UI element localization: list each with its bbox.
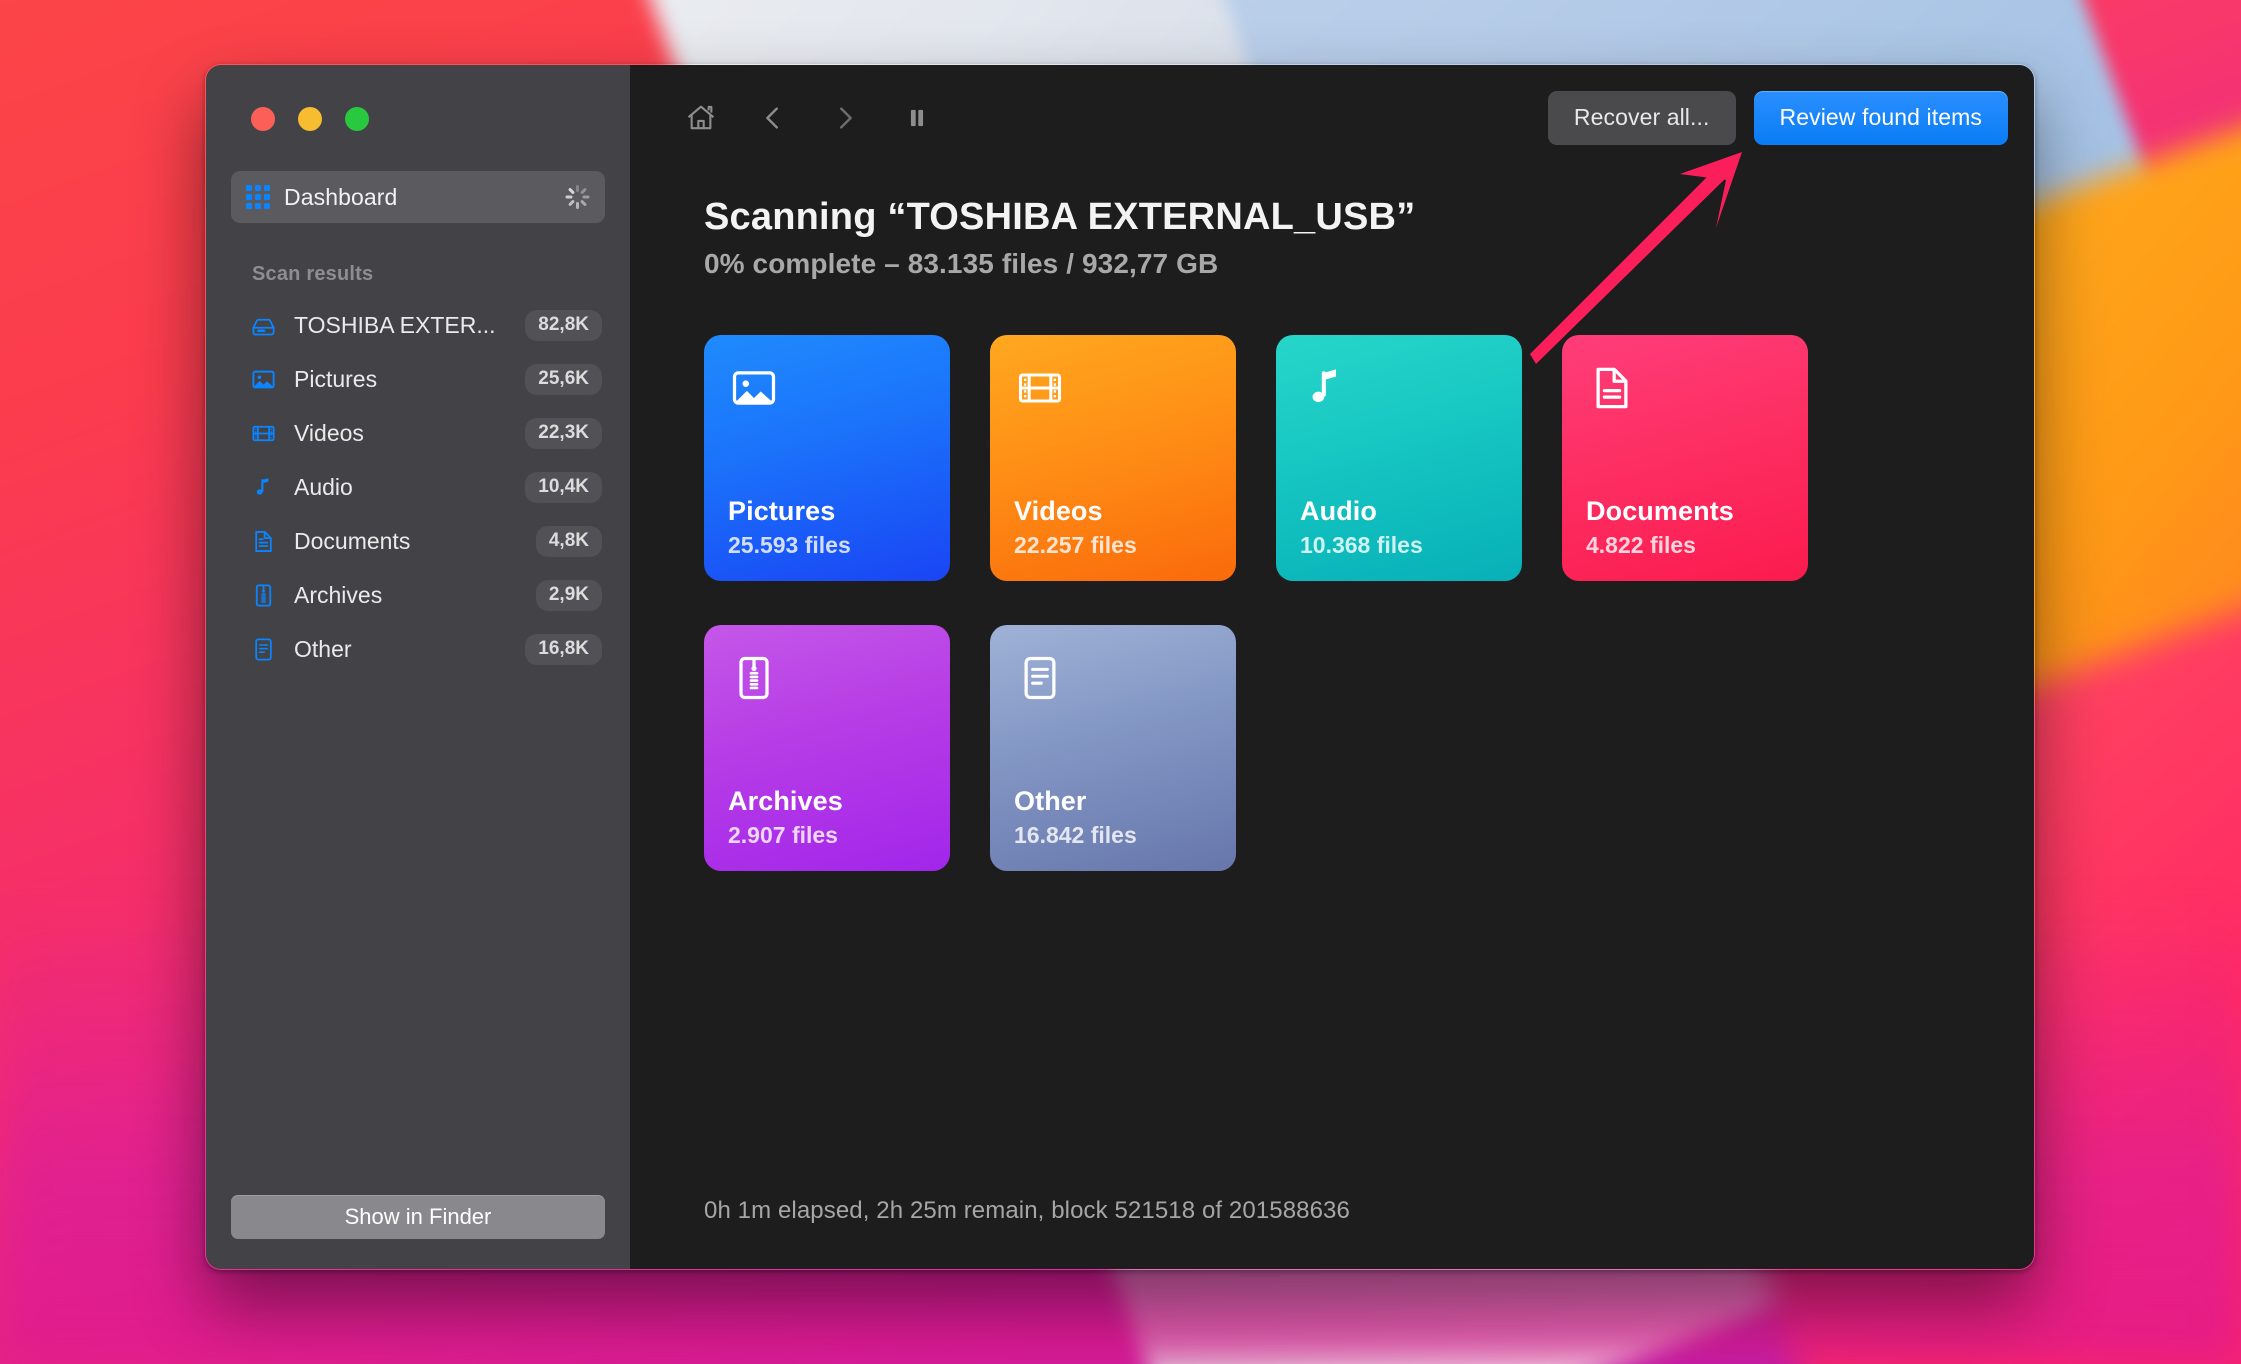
show-in-finder-button[interactable]: Show in Finder [231, 1195, 605, 1239]
tile-count: 10.368 files [1300, 532, 1423, 558]
spinner-icon [564, 184, 590, 210]
document-icon [250, 528, 277, 555]
image-icon [728, 362, 780, 414]
tile-title: Archives [728, 786, 843, 816]
sidebar-item-dashboard[interactable]: Dashboard [231, 171, 605, 223]
category-tiles-grid: Pictures 25.593 files Videos 22.257 file… [704, 335, 1904, 871]
sidebar-item-badge: 25,6K [525, 363, 602, 395]
sidebar-item-label: TOSHIBA EXTER... [294, 311, 496, 338]
scan-progress-subtitle: 0% complete – 83.135 files / 932,77 GB [704, 248, 1219, 279]
forward-chevron-icon[interactable] [816, 89, 874, 147]
sidebar-item-toshiba-external[interactable]: TOSHIBA EXTER... 82,8K [228, 298, 608, 352]
sidebar-item-label: Archives [294, 581, 383, 608]
tile-count: 4.822 files [1586, 532, 1696, 558]
scan-footer-status: 0h 1m elapsed, 2h 25m remain, block 5215… [704, 1197, 1350, 1224]
sidebar-item-other[interactable]: Other 16,8K [228, 622, 608, 676]
window-traffic-lights [206, 65, 630, 131]
tile-title: Other [1014, 786, 1087, 816]
sidebar-item-label: Audio [294, 473, 353, 500]
film-icon [250, 420, 277, 447]
sidebar-item-label: Videos [294, 419, 364, 446]
sidebar-item-pictures[interactable]: Pictures 25,6K [228, 352, 608, 406]
list-document-icon [1014, 652, 1066, 704]
sidebar: Dashboard Scan results TOSHIBA EXTER... … [206, 65, 630, 1269]
zip-icon [250, 582, 277, 609]
dashboard-label: Dashboard [284, 183, 398, 210]
hard-drive-icon [250, 312, 277, 339]
sidebar-item-badge: 82,8K [525, 309, 602, 341]
grid-icon [246, 185, 270, 209]
sidebar-item-badge: 4,8K [535, 525, 602, 557]
film-icon [1014, 362, 1066, 414]
page-title: Scanning “TOSHIBA EXTERNAL_USB” [704, 196, 1416, 238]
tile-text: Other 16.842 files [1014, 786, 1212, 849]
tile-count: 16.842 files [1014, 822, 1137, 848]
sidebar-item-audio[interactable]: Audio 10,4K [228, 460, 608, 514]
music-note-icon [1300, 362, 1352, 414]
sidebar-item-badge: 10,4K [525, 471, 602, 503]
tile-archives[interactable]: Archives 2.907 files [704, 625, 950, 871]
sidebar-item-videos[interactable]: Videos 22,3K [228, 406, 608, 460]
sidebar-item-label: Documents [294, 527, 411, 554]
sidebar-section-title: Scan results [252, 263, 374, 285]
music-note-icon [250, 474, 277, 501]
tile-count: 22.257 files [1014, 532, 1137, 558]
tile-audio[interactable]: Audio 10.368 files [1276, 335, 1522, 581]
main-content: Recover all... Review found items Scanni… [630, 65, 2034, 1269]
recover-all-button[interactable]: Recover all... [1547, 90, 1736, 145]
sidebar-item-label: Pictures [294, 365, 378, 392]
back-chevron-icon[interactable] [744, 89, 802, 147]
review-found-items-button[interactable]: Review found items [1753, 90, 2008, 145]
tile-pictures[interactable]: Pictures 25.593 files [704, 335, 950, 581]
pause-icon[interactable] [888, 89, 946, 147]
toolbar: Recover all... Review found items [630, 65, 2034, 170]
tile-count: 25.593 files [728, 532, 851, 558]
sidebar-item-label: Other [294, 635, 352, 662]
tile-title: Pictures [728, 496, 836, 526]
sidebar-item-badge: 2,9K [535, 579, 602, 611]
tile-title: Documents [1586, 496, 1734, 526]
close-button[interactable] [251, 107, 275, 131]
tile-text: Audio 10.368 files [1300, 496, 1498, 559]
sidebar-item-badge: 22,3K [525, 417, 602, 449]
home-icon[interactable] [672, 89, 730, 147]
sidebar-item-archives[interactable]: Archives 2,9K [228, 568, 608, 622]
scan-headings: Scanning “TOSHIBA EXTERNAL_USB” 0% compl… [630, 170, 2034, 280]
document-icon [1586, 362, 1638, 414]
scan-results-list: TOSHIBA EXTER... 82,8K Pictures 25,6K Vi… [206, 298, 630, 676]
tile-title: Audio [1300, 496, 1377, 526]
tile-text: Documents 4.822 files [1586, 496, 1784, 559]
list-document-icon [250, 636, 277, 663]
app-window: Dashboard Scan results TOSHIBA EXTER... … [205, 64, 2035, 1270]
tile-other[interactable]: Other 16.842 files [990, 625, 1236, 871]
tile-documents[interactable]: Documents 4.822 files [1562, 335, 1808, 581]
tile-count: 2.907 files [728, 822, 838, 848]
tile-videos[interactable]: Videos 22.257 files [990, 335, 1236, 581]
sidebar-item-documents[interactable]: Documents 4,8K [228, 514, 608, 568]
tile-text: Pictures 25.593 files [728, 496, 926, 559]
zip-icon [728, 652, 780, 704]
image-icon [250, 366, 277, 393]
zoom-button[interactable] [345, 107, 369, 131]
sidebar-item-badge: 16,8K [525, 633, 602, 665]
tile-text: Archives 2.907 files [728, 786, 926, 849]
tile-text: Videos 22.257 files [1014, 496, 1212, 559]
minimize-button[interactable] [298, 107, 322, 131]
tile-title: Videos [1014, 496, 1103, 526]
